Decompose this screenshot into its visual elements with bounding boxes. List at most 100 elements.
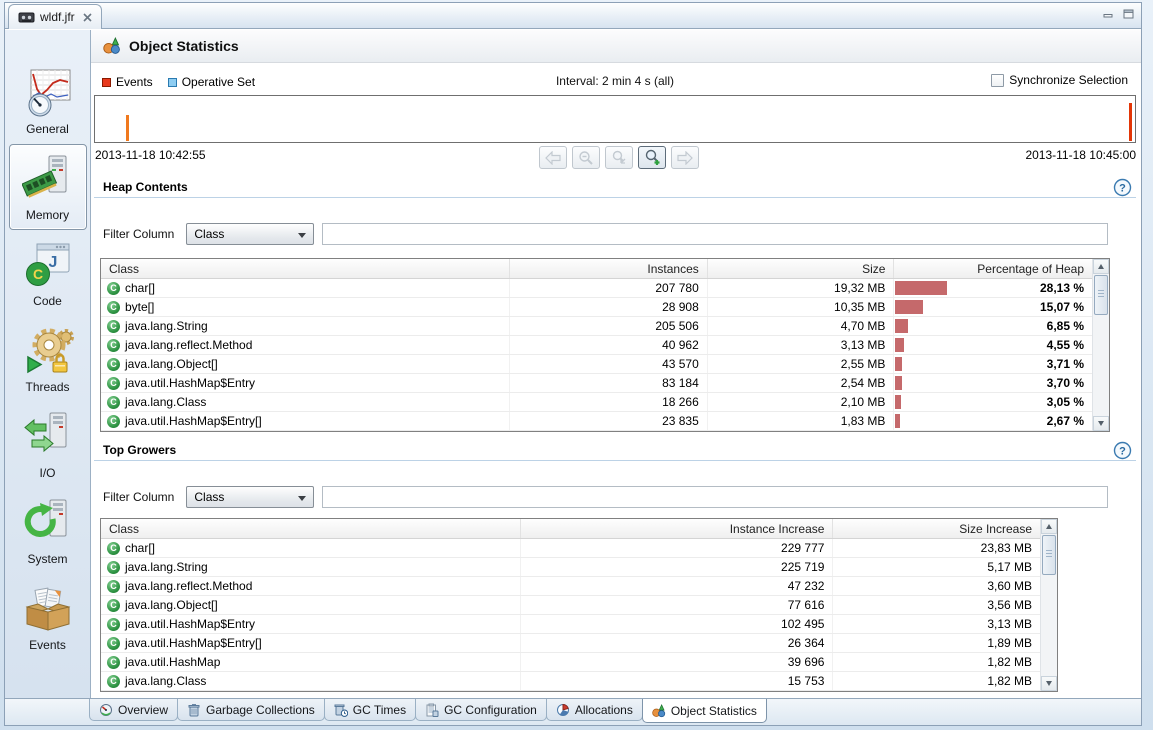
page-sidebar: General Memory JC Code Threads xyxy=(5,30,91,698)
heap-table-row[interactable]: java.lang.String 205 506 4,70 MB 6,85 % xyxy=(101,317,1092,336)
sidebar-item-label: Threads xyxy=(25,380,69,394)
page-tab-bar: Overview Garbage Collections GC Times GC… xyxy=(5,698,1141,725)
growers-filter-input[interactable] xyxy=(322,486,1108,508)
heap-table-scrollbar[interactable] xyxy=(1092,259,1109,431)
growers-table-row[interactable]: java.util.HashMap 39 696 1,82 MB xyxy=(101,653,1040,672)
scrollbar-thumb[interactable] xyxy=(1094,275,1108,315)
page-title: Object Statistics xyxy=(129,38,239,54)
zoom-out-button[interactable] xyxy=(572,146,600,169)
jmc-window: wldf.jfr General xyxy=(0,0,1153,730)
tab-allocations[interactable]: Allocations xyxy=(546,699,643,721)
column-header-instance-increase[interactable]: Instance Increase xyxy=(521,519,833,538)
column-header-size-increase[interactable]: Size Increase xyxy=(833,519,1040,538)
column-header-percentage[interactable]: Percentage of Heap xyxy=(894,259,1092,278)
growers-table-row[interactable]: java.lang.String 225 719 5,17 MB xyxy=(101,558,1040,577)
top-growers-title: Top Growers xyxy=(103,443,176,457)
instance-increase-value: 39 696 xyxy=(521,653,833,671)
io-icon xyxy=(22,411,74,463)
zoom-in-button[interactable] xyxy=(638,146,666,169)
chevron-down-icon xyxy=(298,496,306,501)
sidebar-item-memory[interactable]: Memory xyxy=(9,144,87,230)
editor-tab-bar: wldf.jfr xyxy=(5,3,1141,29)
heap-table-row[interactable]: java.util.HashMap$Entry[] 23 835 1,83 MB… xyxy=(101,412,1092,431)
growers-table-row[interactable]: java.util.HashMap$Entry 102 495 3,13 MB xyxy=(101,615,1040,634)
scrollbar-thumb[interactable] xyxy=(1042,535,1056,575)
synchronize-selection-checkbox[interactable] xyxy=(991,74,1004,87)
tab-gc-configuration[interactable]: GC Configuration xyxy=(415,699,547,721)
percentage-value: 3,70 % xyxy=(1047,376,1084,390)
tab-garbage-collections[interactable]: Garbage Collections xyxy=(177,699,325,721)
sidebar-item-label: Code xyxy=(33,294,62,308)
close-tab-icon[interactable] xyxy=(83,13,92,22)
instance-increase-value: 229 777 xyxy=(521,539,833,557)
heap-filter-input[interactable] xyxy=(322,223,1108,245)
tab-object-statistics[interactable]: Object Statistics xyxy=(642,699,767,723)
heap-table-row[interactable]: java.lang.reflect.Method 40 962 3,13 MB … xyxy=(101,336,1092,355)
sidebar-item-events[interactable]: Events xyxy=(9,574,87,660)
heap-contents-table: Class Instances Size Percentage of Heap … xyxy=(100,258,1110,432)
instances-value: 18 266 xyxy=(510,393,708,411)
history-back-button[interactable] xyxy=(539,146,567,169)
heap-table-row[interactable]: java.lang.Object[] 43 570 2,55 MB 3,71 % xyxy=(101,355,1092,374)
synchronize-selection-label: Synchronize Selection xyxy=(1009,73,1128,87)
heap-table-row[interactable]: byte[] 28 908 10,35 MB 15,07 % xyxy=(101,298,1092,317)
sidebar-item-label: Events xyxy=(29,638,66,652)
growers-table-row[interactable]: java.lang.Class 15 753 1,82 MB xyxy=(101,672,1040,691)
heap-percentage-bar xyxy=(895,319,908,333)
scroll-up-icon[interactable] xyxy=(1041,519,1057,534)
heap-table-header: Class Instances Size Percentage of Heap xyxy=(101,259,1092,279)
column-header-class[interactable]: Class xyxy=(101,259,510,278)
maximize-button[interactable] xyxy=(1123,9,1134,19)
growers-filter-column-select[interactable]: Class xyxy=(186,486,314,508)
tab-overview[interactable]: Overview xyxy=(89,699,178,721)
class-icon xyxy=(107,377,120,390)
column-header-instances[interactable]: Instances xyxy=(510,259,708,278)
scroll-up-icon[interactable] xyxy=(1093,259,1109,274)
class-name: char[] xyxy=(125,541,155,555)
editor-tab-wldf-jfr[interactable]: wldf.jfr xyxy=(8,4,102,29)
history-forward-button[interactable] xyxy=(671,146,699,169)
section-divider xyxy=(94,197,1136,198)
instance-increase-value: 26 364 xyxy=(521,634,833,652)
timeline-chart[interactable] xyxy=(94,95,1136,143)
zoom-selection-button[interactable] xyxy=(605,146,633,169)
sidebar-item-general[interactable]: General xyxy=(9,58,87,144)
top-growers-help-button[interactable]: ? xyxy=(1113,441,1132,460)
object-statistics-page: Object Statistics Events Operative Set I… xyxy=(91,30,1141,698)
class-icon xyxy=(107,561,120,574)
growers-table-scrollbar[interactable] xyxy=(1040,519,1057,691)
sidebar-item-io[interactable]: I/O xyxy=(9,402,87,488)
growers-table-row[interactable]: char[] 229 777 23,83 MB xyxy=(101,539,1040,558)
heap-table-row[interactable]: java.util.HashMap$Entry 83 184 2,54 MB 3… xyxy=(101,374,1092,393)
growers-table-row[interactable]: java.lang.Object[] 77 616 3,56 MB xyxy=(101,596,1040,615)
size-increase-value: 3,13 MB xyxy=(833,615,1040,633)
instances-value: 28 908 xyxy=(510,298,708,316)
heap-table-row[interactable]: char[] 207 780 19,32 MB 28,13 % xyxy=(101,279,1092,298)
growers-table-row[interactable]: java.util.HashMap$Entry[] 26 364 1,89 MB xyxy=(101,634,1040,653)
sidebar-item-threads[interactable]: Threads xyxy=(9,316,87,402)
percentage-value: 6,85 % xyxy=(1047,319,1084,333)
column-header-size[interactable]: Size xyxy=(708,259,895,278)
class-icon xyxy=(107,542,120,555)
size-increase-value: 1,82 MB xyxy=(833,653,1040,671)
editor-tab-label: wldf.jfr xyxy=(40,10,75,24)
growers-table-row[interactable]: java.lang.reflect.Method 47 232 3,60 MB xyxy=(101,577,1040,596)
heap-filter-column-select[interactable]: Class xyxy=(186,223,314,245)
class-name: byte[] xyxy=(125,300,154,314)
size-value: 19,32 MB xyxy=(708,279,895,297)
class-name: java.lang.String xyxy=(125,319,208,333)
size-increase-value: 5,17 MB xyxy=(833,558,1040,576)
percentage-value: 15,07 % xyxy=(1040,300,1084,314)
heap-contents-help-button[interactable]: ? xyxy=(1113,178,1132,197)
sidebar-item-code[interactable]: JC Code xyxy=(9,230,87,316)
instances-value: 207 780 xyxy=(510,279,708,297)
scroll-down-icon[interactable] xyxy=(1093,416,1109,431)
scroll-down-icon[interactable] xyxy=(1041,676,1057,691)
tab-gc-times[interactable]: GC Times xyxy=(324,699,416,721)
minimize-button[interactable] xyxy=(1103,9,1114,19)
class-icon xyxy=(107,415,120,428)
column-header-class[interactable]: Class xyxy=(101,519,521,538)
sidebar-item-system[interactable]: System xyxy=(9,488,87,574)
heap-table-row[interactable]: java.lang.Class 18 266 2,10 MB 3,05 % xyxy=(101,393,1092,412)
chevron-down-icon xyxy=(298,233,306,238)
